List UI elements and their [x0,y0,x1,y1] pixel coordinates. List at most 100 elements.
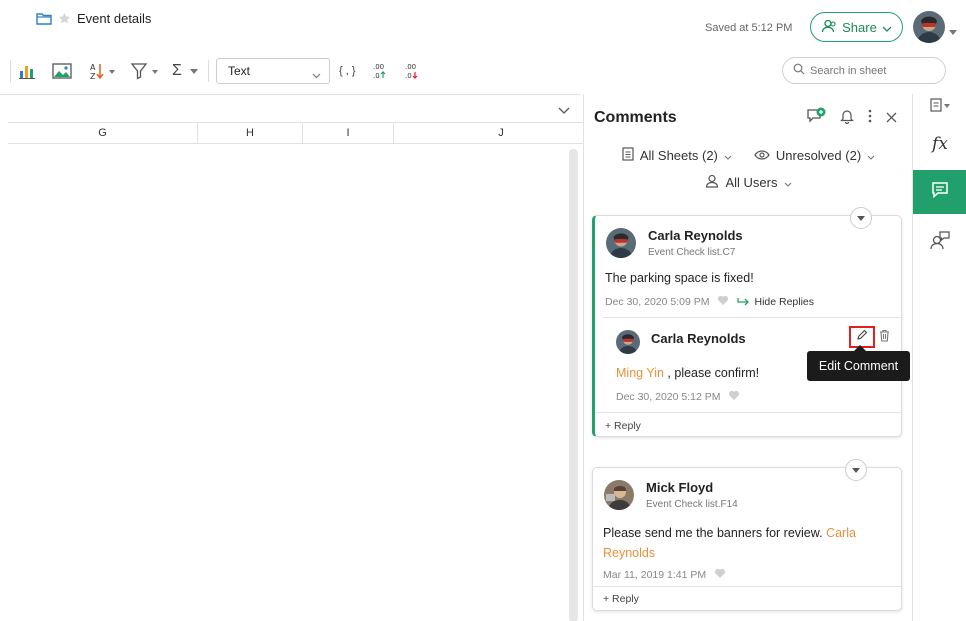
column-header-i[interactable]: I [303,123,394,143]
function-fx-icon: fx [932,134,948,154]
star-icon[interactable] [58,12,71,25]
search-in-sheet-input[interactable]: Search in sheet [782,57,946,84]
toolbar: AZ Σ Text { , } .00.0 .00.0 Search in sh… [0,52,966,90]
add-reply-link[interactable]: + Reply [603,593,639,605]
document-title-area: Event details [36,11,151,26]
user-mention[interactable]: Ming Yin [616,366,664,380]
divider [593,586,901,587]
increase-decimal-icon[interactable]: .00.0 [372,60,388,82]
users-filter[interactable]: All Users [705,174,791,191]
comments-panel-actions [806,107,897,130]
document-title[interactable]: Event details [77,11,151,26]
collaborators-chat-icon [929,229,951,256]
chevron-down-icon[interactable] [558,102,570,120]
comment-author: Mick Floyd [646,480,714,495]
add-reply-link[interactable]: + Reply [605,420,641,432]
decrease-decimal-icon[interactable]: .00.0 [404,60,420,82]
sheet-settings-icon [929,97,951,117]
avatar-menu-caret-icon[interactable] [949,22,957,40]
filter-icon[interactable] [130,60,162,82]
folder-icon[interactable] [36,12,52,25]
like-heart-icon[interactable] [717,295,729,309]
like-heart-icon[interactable] [728,390,740,404]
sheet-properties-button[interactable] [913,94,966,120]
user-filter-row: All Users [584,174,913,191]
comment-cell-reference[interactable]: Event Check list.F14 [646,499,738,510]
comment-thread[interactable]: Carla Reynolds Event Check list.C7 The p… [592,207,903,437]
status-filter-label: Unresolved (2) [775,148,862,163]
trash-icon [879,329,890,346]
user-mention[interactable]: Carla [826,526,856,540]
insert-image-icon[interactable] [52,60,72,82]
hide-replies-link[interactable]: Hide Replies [737,296,814,308]
comment-timestamp: Mar 11, 2019 1:41 PM [603,569,707,581]
comment-cell-reference[interactable]: Event Check list.C7 [648,247,735,258]
collaborators-button[interactable] [913,220,966,264]
delete-comment-button[interactable] [879,329,890,347]
comment-author: Carla Reynolds [648,228,743,243]
svg-text:Z: Z [90,72,96,81]
pencil-icon [856,328,868,346]
new-comment-icon[interactable] [806,107,826,130]
user-avatar[interactable] [913,11,945,43]
reply-timestamp: Dec 30, 2020 5:12 PM [616,391,721,403]
user-mention[interactable]: Reynolds [603,546,655,560]
comment-meta: Dec 30, 2020 5:09 PM Hide Replies [605,295,814,309]
sum-function-button[interactable]: Σ [172,60,198,82]
user-icon [821,19,837,36]
users-filter-label: All Users [725,175,778,190]
reply-text-body: , please confirm! [663,366,760,380]
thousand-separator-icon: { , } [339,65,356,77]
comment-text-body: Please send me the banners for review. [603,526,827,540]
comment-text: Please send me the banners for review. C… [603,523,893,563]
share-button[interactable]: Share [810,12,903,42]
edit-comment-tooltip: Edit Comment [807,345,910,381]
thread-collapse-toggle[interactable] [850,207,872,229]
divider [595,412,902,413]
avatar [604,480,634,510]
column-header-j[interactable]: J [394,123,608,143]
cell-format-select[interactable]: Text [216,58,330,84]
more-options-icon[interactable] [868,109,872,128]
avatar [616,330,640,354]
column-header-h[interactable]: H [198,123,303,143]
user-icon [705,174,719,191]
status-filter[interactable]: Unresolved (2) [754,147,875,164]
thread-collapse-toggle[interactable] [845,459,867,481]
vertical-scrollbar[interactable] [569,149,578,621]
like-heart-icon[interactable] [714,568,726,582]
insert-chart-icon[interactable] [18,60,36,82]
sum-icon: Σ [172,62,182,79]
reply-author: Carla Reynolds [651,331,746,346]
chevron-down-icon [312,68,321,82]
sort-icon[interactable]: AZ [88,60,118,82]
toolbar-divider [10,60,11,82]
svg-text:.0: .0 [373,72,380,80]
comment-text: The parking space is fixed! [605,271,754,285]
comment-meta: Mar 11, 2019 1:41 PM [603,568,726,582]
search-icon [793,63,805,78]
close-icon[interactable] [886,110,897,128]
search-placeholder: Search in sheet [810,64,887,77]
top-bar: Event details Saved at 5:12 PM Share [0,0,966,50]
chevron-down-icon [882,20,892,35]
comments-panel-button[interactable] [913,170,966,214]
avatar [606,228,636,258]
comment-icon [931,181,949,203]
notification-bell-icon[interactable] [840,108,854,129]
toolbar-divider [208,60,209,82]
cell-format-value: Text [228,64,251,78]
thousand-separator-button[interactable]: { , } [339,60,356,82]
function-panel-button[interactable]: fx [913,122,966,166]
comment-timestamp: Dec 30, 2020 5:09 PM [605,296,710,308]
spreadsheet-grid[interactable]: G H I J [0,94,608,621]
svg-text:A: A [90,63,96,72]
document-icon [622,147,634,164]
comments-panel-title: Comments [594,109,677,126]
column-header-g[interactable]: G [8,123,198,143]
right-side-rail: fx [912,94,966,621]
sheets-filter[interactable]: All Sheets (2) [622,147,732,164]
chevron-down-icon [867,148,875,163]
comment-filters-row: All Sheets (2) Unresolved (2) [584,147,913,164]
comment-thread[interactable]: Mick Floyd Event Check list.F14 Please s… [592,459,902,611]
